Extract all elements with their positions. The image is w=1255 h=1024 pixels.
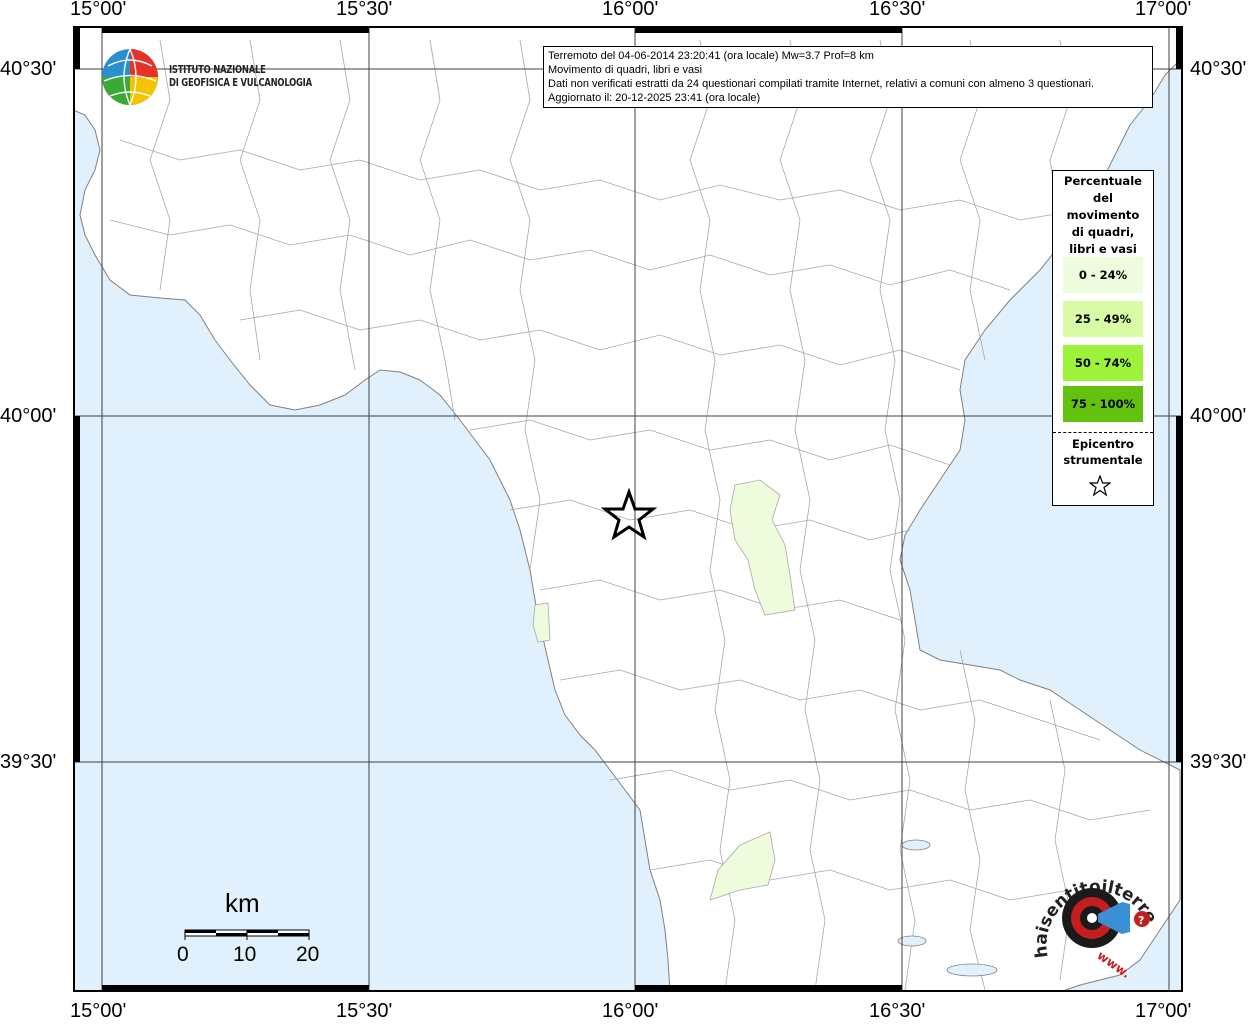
legend-title-line: del bbox=[1093, 191, 1113, 205]
legend-title-line: movimento bbox=[1066, 208, 1140, 222]
legend-epicenter-line: strumentale bbox=[1063, 453, 1143, 467]
legend-class-2: 50 - 74% bbox=[1063, 345, 1143, 381]
lon-label-top-2: 16°00' bbox=[602, 0, 659, 20]
legend-class-1: 25 - 49% bbox=[1063, 301, 1143, 337]
lat-label-left-2: 39°30' bbox=[0, 751, 57, 773]
scale-tick-0: 0 bbox=[177, 943, 189, 966]
lake-3 bbox=[946, 963, 998, 977]
legend: Percentuale del movimento di quadri, lib… bbox=[1052, 170, 1154, 506]
lon-label-top-1: 15°30' bbox=[336, 0, 393, 20]
legend-title: Percentuale del movimento di quadri, lib… bbox=[1053, 171, 1153, 258]
lat-label-right-0: 40°30' bbox=[1190, 58, 1247, 80]
ingv-name-line2: DI GEOFISICA E VULCANOLOGIA bbox=[169, 77, 312, 89]
lon-label-bottom-0: 15°00' bbox=[70, 1000, 127, 1022]
lat-label-left-1: 40°00' bbox=[0, 405, 57, 427]
scale-tick-20: 20 bbox=[296, 943, 320, 966]
lon-label-bottom-2: 16°00' bbox=[602, 1000, 659, 1022]
lon-label-bottom-1: 15°30' bbox=[336, 1000, 393, 1022]
event-info-box: Terremoto del 04-06-2014 23:20:41 (ora l… bbox=[543, 46, 1153, 108]
lon-label-bottom-4: 17°00' bbox=[1135, 1000, 1192, 1022]
lon-label-top-0: 15°00' bbox=[70, 0, 127, 20]
effect-title: Movimento di quadri, libri e vasi bbox=[548, 64, 703, 76]
event-summary: Terremoto del 04-06-2014 23:20:41 (ora l… bbox=[548, 50, 874, 62]
scale-tick-10: 10 bbox=[233, 943, 257, 966]
hst-logo-www: www. bbox=[1095, 948, 1133, 981]
lon-label-top-4: 17°00' bbox=[1135, 0, 1192, 20]
data-disclaimer: Dati non verificati estratti da 24 quest… bbox=[548, 78, 1094, 90]
legend-title-line: Percentuale bbox=[1064, 174, 1142, 188]
lake-1 bbox=[901, 839, 931, 851]
lat-label-right-2: 39°30' bbox=[1190, 751, 1247, 773]
star-outline-icon bbox=[1089, 475, 1111, 497]
lon-label-bottom-3: 16°30' bbox=[869, 1000, 926, 1022]
haisentitoilterremoto-logo: haisentitoilterremoto.it www. ? bbox=[1030, 862, 1161, 981]
legend-class-3: 75 - 100% bbox=[1063, 386, 1143, 422]
lat-label-left-0: 40°30' bbox=[0, 58, 57, 80]
map-canvas bbox=[73, 26, 1183, 992]
svg-text:?: ? bbox=[1138, 914, 1144, 927]
legend-epicenter-line: Epicentro bbox=[1072, 437, 1134, 451]
lat-label-right-1: 40°00' bbox=[1190, 405, 1247, 427]
legend-separator bbox=[1053, 432, 1153, 433]
ingv-name-line1: ISTITUTO NAZIONALE bbox=[169, 64, 266, 76]
lon-label-top-3: 16°30' bbox=[869, 0, 926, 20]
update-time: Aggiornato il: 20-12-2025 23:41 (ora loc… bbox=[548, 92, 761, 104]
legend-title-line: di quadri, bbox=[1071, 225, 1135, 239]
ingv-name: ISTITUTO NAZIONALE DI GEOFISICA E VULCAN… bbox=[169, 64, 312, 90]
legend-epicenter-label: Epicentro strumentale bbox=[1053, 436, 1153, 468]
legend-title-line: libri e vasi bbox=[1069, 242, 1137, 256]
legend-class-0: 0 - 24% bbox=[1063, 257, 1143, 293]
